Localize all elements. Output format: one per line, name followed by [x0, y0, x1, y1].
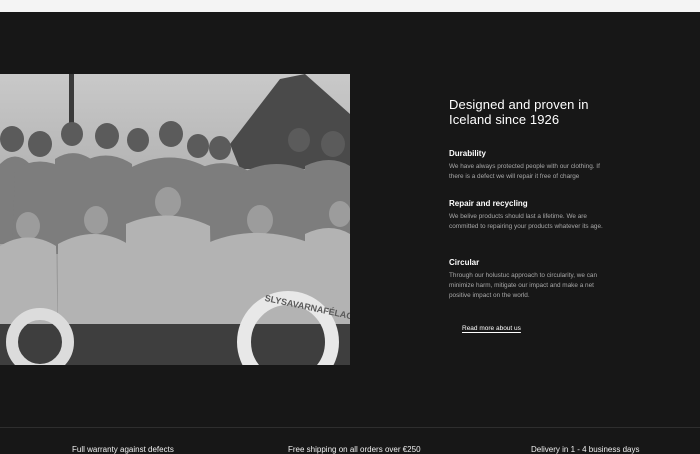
top-strip: [0, 0, 700, 12]
feature-durability: Durability We have always protected peop…: [449, 149, 609, 182]
rescue-team-photo: SLYSAVARNAFÉLAG: [0, 74, 350, 365]
feature-repair-recycling: Repair and recycling We belive products …: [449, 199, 609, 232]
feature-text: We belive products should last a lifetim…: [449, 213, 603, 230]
feature-title: Repair and recycling: [449, 199, 528, 208]
read-more-link[interactable]: Read more about us: [462, 325, 521, 332]
feature-text: We have always protected people with our…: [449, 163, 600, 180]
usp-warranty: Full warranty against defects: [72, 445, 174, 454]
section-heading: Designed and proven in Iceland since 192…: [449, 97, 589, 127]
usp-free-shipping: Free shipping on all orders over €250: [288, 445, 421, 454]
feature-title: Durability: [449, 149, 486, 158]
usp-delivery-time: Delivery in 1 - 4 business days: [531, 445, 640, 454]
footer-usp-bar: Full warranty against defects Free shipp…: [0, 427, 700, 454]
feature-title: Circular: [449, 258, 480, 267]
about-section: Designed and proven in Iceland since 192…: [449, 97, 609, 299]
feature-circular: Circular Through our holustuc approach t…: [449, 258, 609, 301]
feature-text: Through our holustuc approach to circula…: [449, 272, 598, 299]
